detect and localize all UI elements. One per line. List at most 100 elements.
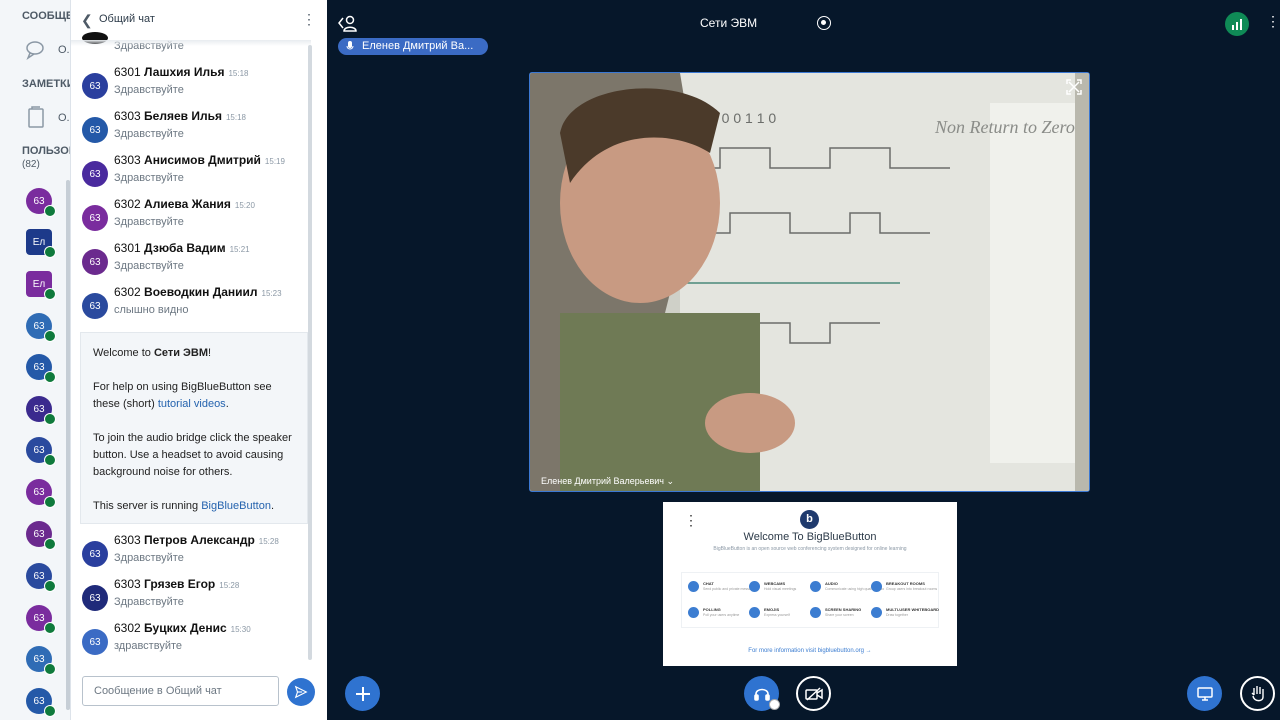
chat-message-input[interactable]: Сообщение в Общий чат [82, 676, 279, 706]
feature-label: SCREEN SHARING [825, 607, 862, 612]
actions-button[interactable] [345, 676, 380, 711]
sender-name: Лашхия Илья [144, 65, 225, 79]
feature-icon [871, 581, 882, 592]
chat-options-icon[interactable]: ⋮ [302, 11, 316, 28]
chat-message: 63 6302 Алиева Жания 15:20 Здравствуйте [71, 197, 311, 241]
user-mic-status-icon [44, 663, 56, 675]
bigbluebutton-link[interactable]: BigBlueButton [201, 500, 271, 512]
shared-notes-item[interactable]: О. [24, 106, 70, 130]
welcome-suffix: ! [208, 347, 212, 359]
chat-scrollbar[interactable] [308, 45, 312, 660]
sender-name: Беляев Илья [144, 109, 222, 123]
feature-label: CHAT [703, 581, 714, 586]
user-mic-status-icon [44, 454, 56, 466]
plus-icon [355, 686, 370, 701]
raise-hand-button[interactable] [1240, 676, 1275, 711]
sender-name: Дзюба Вадим [144, 241, 226, 255]
avatar[interactable]: 63 [82, 73, 108, 99]
sender-group: 6302 [114, 621, 141, 635]
feature-label: BREAKOUT ROOMS [886, 581, 925, 586]
hand-icon [1251, 685, 1264, 701]
chevron-left-icon[interactable]: ❮ [81, 12, 93, 29]
welcome-message: Welcome to Сети ЭВМ! For help on using B… [80, 332, 308, 524]
chat-message: 63 6301 Лашхия Илья 15:18 Здравствуйте [71, 65, 311, 109]
message-text: Здравствуйте [114, 128, 184, 140]
chat-message: 63 6301 Дзюба Вадим 15:21 Здравствуйте [71, 241, 311, 285]
feature-item: WEBCAMS Hold visual meetings [749, 581, 809, 597]
fullscreen-icon[interactable] [1066, 79, 1082, 95]
avatar[interactable]: 63 [82, 629, 108, 655]
feature-desc: Express yourself [764, 613, 790, 617]
presentation-slide[interactable]: ⋮ b Welcome To BigBlueButton BigBlueButt… [663, 502, 957, 666]
message-text: Здравствуйте [114, 84, 184, 96]
webcam-presenter-name[interactable]: Еленев Дмитрий Валерьевич ⌄ [541, 476, 674, 487]
avatar[interactable]: 63 [82, 117, 108, 143]
feature-label: EMOJIS [764, 607, 780, 612]
message-sender: 6302 Буцких Денис 15:30 [114, 621, 251, 635]
user-mic-status-icon [44, 705, 56, 717]
server-text: This server is running [93, 500, 202, 512]
feature-desc: Hold visual meetings [764, 587, 797, 591]
send-button[interactable] [287, 678, 315, 706]
user-mic-status-icon [44, 496, 56, 508]
message-time: 15:20 [234, 201, 255, 210]
notes-heading: ЗАМЕТКИ [22, 78, 71, 90]
welcome-line: Welcome to Сети ЭВМ! [93, 345, 295, 362]
webcam-video[interactable]: 0 0 0 1 1 0 Non Return to Zero Еленев Дм… [529, 72, 1090, 492]
avatar[interactable]: 63 [82, 293, 108, 319]
message-sender: 6301 Дзюба Вадим 15:21 [114, 241, 250, 255]
chat-title[interactable]: Общий чат [99, 13, 155, 25]
avatar[interactable]: 63 [82, 249, 108, 275]
feature-label: MULTI-USER WHITEBOARD [886, 607, 940, 612]
signal-bars-icon [1232, 19, 1242, 30]
feature-icon [810, 581, 821, 592]
feature-item: EMOJIS Express yourself [749, 607, 809, 623]
webcam-button[interactable] [796, 676, 831, 711]
public-chat-item[interactable]: О. [24, 38, 70, 62]
user-list-toggle-icon[interactable] [338, 14, 358, 32]
feature-desc: Poll your users anytime [703, 613, 740, 617]
present-button[interactable] [1187, 676, 1222, 711]
avatar[interactable]: 63 [82, 161, 108, 187]
chat-message: 63 6303 Анисимов Дмитрий 15:19 Здравствуйте [71, 153, 311, 197]
welcome-prefix: Welcome to [93, 347, 154, 359]
message-time: 15:30 [230, 625, 251, 634]
message-sender: 6303 Анисимов Дмитрий 15:19 [114, 153, 285, 167]
sender-name: Петров Александр [144, 533, 255, 547]
talking-indicator[interactable]: Еленев Дмитрий Ва... [338, 38, 488, 55]
feature-item: SCREEN SHARING Share your screen [810, 607, 870, 623]
slide-subtitle: BigBlueButton is an open source web conf… [713, 546, 907, 552]
feature-desc: Group users into breakout rooms [886, 587, 938, 591]
message-time: 15:21 [229, 245, 250, 254]
chat-message: 63 6302 Воеводкин Даниил 15:23 слышно видно [71, 285, 311, 329]
sender-group: 6303 [114, 109, 141, 123]
connection-status-button[interactable] [1225, 12, 1249, 36]
chat-panel: ❮ Общий чат ⋮ Здравствуйте 63 6301 Лашхия… [71, 0, 327, 720]
message-sender: 6303 Петров Александр 15:28 [114, 533, 279, 547]
options-menu-icon[interactable]: ⋮ [1266, 13, 1280, 30]
tutorial-videos-link[interactable]: tutorial videos [158, 398, 226, 410]
chat-message: 63 6302 Буцких Денис 15:30 здравствуйте [71, 621, 311, 665]
help-period: . [225, 398, 229, 410]
svg-text:0 0 0 1 1 0: 0 0 0 1 1 0 [710, 110, 776, 126]
sender-group: 6303 [114, 153, 141, 167]
user-list-scrollbar[interactable] [66, 180, 70, 710]
user-mic-status-icon [44, 538, 56, 550]
user-mic-status-icon [44, 246, 56, 258]
avatar[interactable]: 63 [82, 541, 108, 567]
feature-desc: Draw together [886, 613, 908, 617]
avatar[interactable]: 63 [82, 205, 108, 231]
user-mic-status-icon [44, 580, 56, 592]
public-chat-label: О. [58, 44, 70, 56]
user-mic-status-icon [44, 330, 56, 342]
feature-icon [688, 581, 699, 592]
presentation-options-icon[interactable]: ⋮ [684, 512, 698, 529]
user-mic-status-icon [44, 288, 56, 300]
presentation-icon [1196, 686, 1213, 701]
headphones-icon [753, 688, 770, 701]
record-icon[interactable] [817, 16, 831, 30]
feature-item: BREAKOUT ROOMS Group users into breakout … [871, 581, 937, 597]
sender-name: Буцких Денис [144, 621, 227, 635]
avatar[interactable]: 63 [82, 585, 108, 611]
audio-options-icon[interactable] [769, 699, 780, 710]
